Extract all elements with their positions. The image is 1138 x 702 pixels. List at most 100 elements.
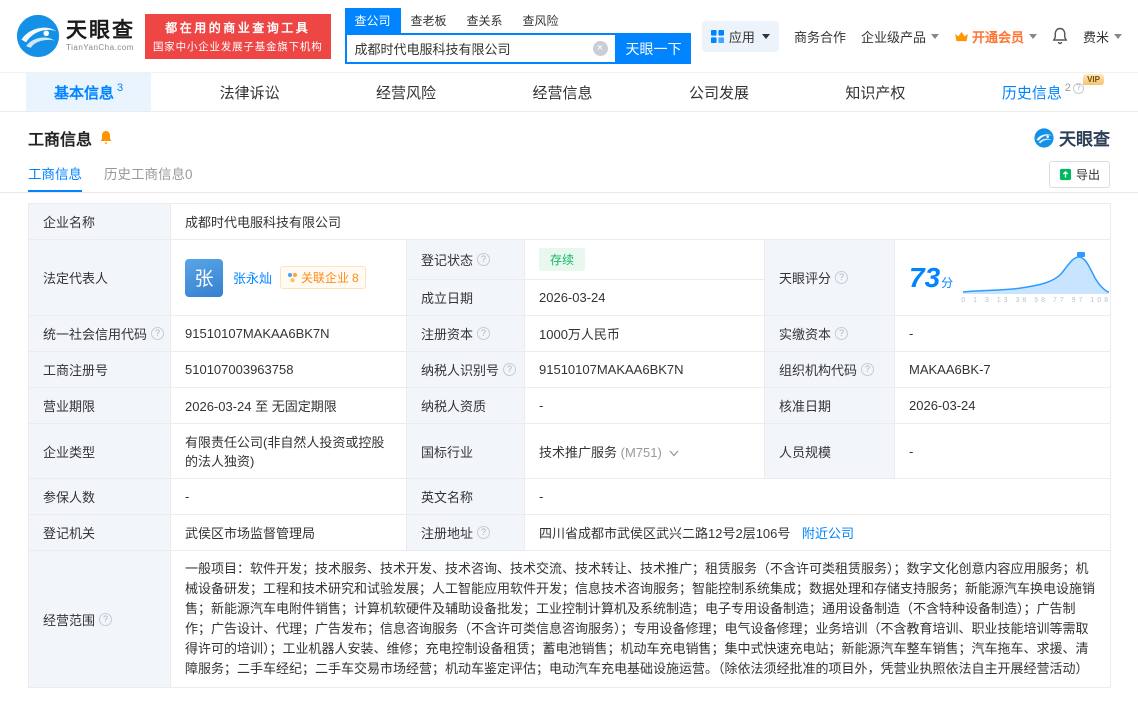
tab-intellectual-property[interactable]: 知识产权 [817,73,933,111]
subtab-history-business-info[interactable]: 历史工商信息0 [104,163,193,192]
table-row: 企业名称 成都时代电服科技有限公司 [28,203,1112,240]
tab-label: 基本信息 [54,84,115,102]
related-companies-icon [287,272,298,283]
tab-history-info[interactable]: VIP 历史信息 2 [974,73,1112,111]
caret-down-icon [761,33,770,39]
search-tab-company[interactable]: 查公司 [344,8,401,33]
search-tab-boss[interactable]: 查老板 [401,8,457,33]
help-icon[interactable] [1072,82,1084,94]
search-area: 查公司 查老板 查关系 查风险 天眼一下 [344,8,691,64]
help-icon[interactable] [477,253,491,266]
taxpayer-id-label: 纳税人识别号 [421,363,500,378]
menu-business-cooperation[interactable]: 商务合作 [794,27,846,46]
clear-search-icon[interactable] [592,41,608,56]
menu-enterprise-products[interactable]: 企业级产品 [861,27,939,46]
reg-status-label: 登记状态 [421,253,474,268]
help-icon[interactable] [151,327,165,340]
help-icon[interactable] [99,612,113,626]
legal-rep-link[interactable]: 张永灿 [233,268,272,287]
field-label-score: 天眼评分 [764,239,895,316]
field-label-approval-date: 核准日期 [764,387,895,424]
field-label-reg-authority: 登记机关 [28,514,171,551]
search-tab-risk[interactable]: 查风险 [513,8,569,33]
tab-company-development[interactable]: 公司发展 [661,73,777,111]
field-label-credit-code: 统一社会信用代码 [28,315,171,352]
field-label-reg-number: 工商注册号 [28,351,171,388]
score-chart: 0 1 3 13 38 58 77 97 108 [961,251,1111,304]
tab-operating-risk[interactable]: 经营风险 [348,73,464,111]
username-label: 费米 [1082,29,1109,45]
field-value-approval-date: 2026-03-24 [893,387,1112,424]
field-value-address: 四川省成都市武侯区武兴二路12号2层106号 附近公司 [523,514,1112,551]
industry-name: 技术推广服务 [539,444,618,460]
table-row: 参保人数 - 英文名称 - [28,478,1112,515]
tab-label: 公司发展 [688,84,749,102]
caret-down-icon [930,33,939,39]
field-value-reg-capital: 1000万人民币 [524,315,765,352]
help-icon[interactable] [861,363,875,376]
section-header: 工商信息 天眼查 [0,112,1138,159]
section-title: 工商信息 [28,131,93,149]
business-info-table: 企业名称 成都时代电服科技有限公司 法定代表人 张 张永灿 关联企业 8 登记状… [28,203,1112,688]
tab-count-badge: 2 [1064,82,1071,94]
tab-label: 历史信息 [1001,84,1062,102]
table-row: 工商注册号 510107003963758 纳税人识别号 91510107MAK… [28,351,1112,388]
top-header: 天眼查 TianYanCha.com 都在用的商业查询工具 国家中小企业发展子基… [0,0,1138,72]
logo-en-text: TianYanCha.com [66,43,134,52]
legal-rep-avatar[interactable]: 张 [185,258,223,297]
help-icon[interactable] [477,327,491,340]
menu-vip-upgrade[interactable]: 开通会员 [954,27,1037,46]
caret-down-icon [1028,33,1037,39]
credit-code-label: 统一社会信用代码 [43,327,148,342]
field-label-staff-size: 人员规模 [764,423,895,479]
help-icon[interactable] [477,526,491,539]
monitor-bell-icon[interactable] [99,130,113,145]
field-label-industry: 国标行业 [406,423,525,479]
notification-bell-icon[interactable] [1052,27,1068,45]
enterprise-products-label: 企业级产品 [860,29,926,45]
subtab-business-info[interactable]: 工商信息 [28,163,82,192]
help-icon[interactable] [835,271,849,284]
field-label-reg-status: 登记状态 [406,239,525,280]
field-value-taxpayer-quality: - [524,387,765,424]
export-icon [1059,168,1072,181]
related-companies-label: 关联企业 [301,271,350,285]
help-icon[interactable] [503,363,517,376]
table-row: 企业类型 有限责任公司(非自然人投资或控股的法人独资) 国标行业 技术推广服务 … [28,423,1112,479]
tab-basic-info[interactable]: 基本信息 3 [26,73,152,111]
tab-legal-proceedings[interactable]: 法律诉讼 [192,73,308,111]
score-value: 73分 [909,261,954,293]
field-value-industry: 技术推广服务 (M751) [524,423,765,479]
status-badge: 存续 [539,248,586,271]
tianyancha-logo[interactable]: 天眼查 TianYanCha.com [16,14,135,58]
content: 工商信息 天眼查 工商信息 历史工商信息0 导出 企业名称 成都时代电服科技有限… [0,112,1138,688]
tab-operating-info[interactable]: 经营信息 [504,73,620,111]
apps-menu[interactable]: 应用 [701,20,779,52]
export-button[interactable]: 导出 [1048,161,1110,188]
user-menu[interactable]: 费米 [1083,27,1122,46]
field-label-company-name: 企业名称 [28,203,171,240]
field-value-company-type: 有限责任公司(非自然人投资或控股的法人独资) [170,423,407,479]
table-row: 统一社会信用代码 91510107MAKAA6BK7N 注册资本 1000万人民… [28,315,1112,352]
tianyan-score-cell[interactable]: 73分 0 1 3 13 38 58 77 97 108 [893,239,1112,316]
nearby-companies-link[interactable]: 附近公司 [802,526,854,541]
field-value-insured: - [170,478,407,515]
top-menu: 应用 商务合作 企业级产品 开通会员 费米 [701,20,1122,52]
slogan-line2: 国家中小企业发展子基金旗下机构 [153,40,323,53]
search-tabs: 查公司 查老板 查关系 查风险 [344,8,691,33]
score-label: 天眼评分 [779,271,832,286]
search-tab-relation[interactable]: 查关系 [457,8,513,33]
help-icon[interactable] [835,327,849,340]
field-value-company-name: 成都时代电服科技有限公司 [169,203,1112,240]
field-value-reg-number: 510107003963758 [170,351,407,388]
chevron-down-icon[interactable] [669,445,679,460]
related-companies-badge[interactable]: 关联企业 8 [280,266,366,289]
related-companies-count: 8 [352,270,359,285]
crown-icon [954,31,969,42]
tianyancha-watermark-icon [1034,127,1054,148]
field-label-company-type: 企业类型 [28,423,171,479]
search-button[interactable]: 天眼一下 [616,33,691,64]
table-row: 登记机关 武侯区市场监督管理局 注册地址 四川省成都市武侯区武兴二路12号2层1… [28,514,1112,551]
vip-badge: VIP [1083,74,1104,85]
search-input[interactable] [346,41,593,56]
